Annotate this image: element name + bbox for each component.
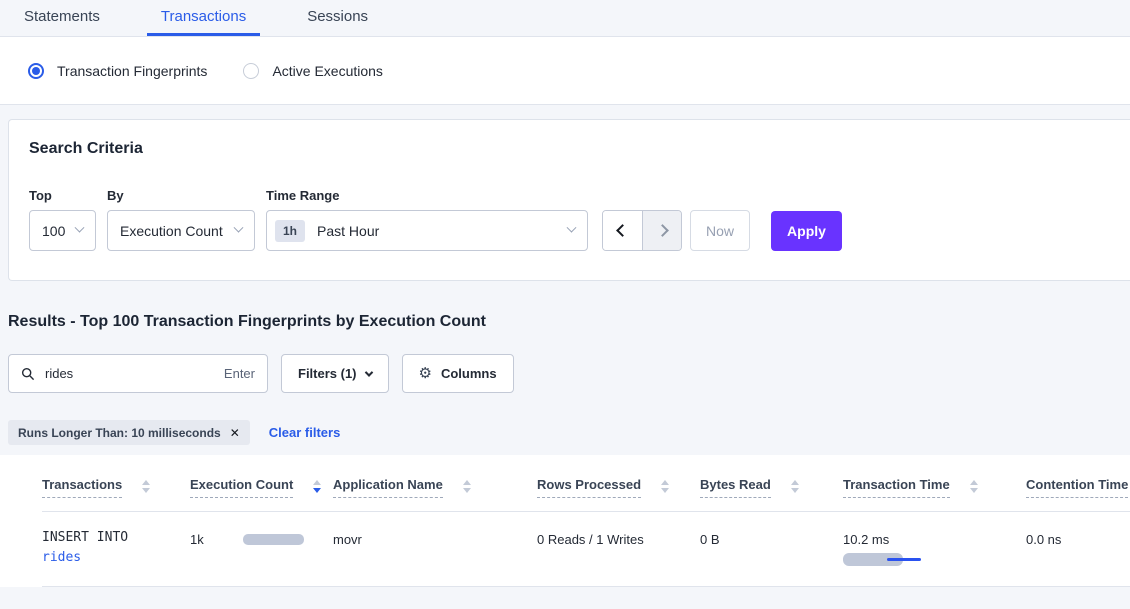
- search-input[interactable]: rides Enter: [8, 354, 268, 393]
- tab-transactions[interactable]: Transactions: [147, 0, 260, 36]
- column-header-label: Transactions: [42, 477, 122, 498]
- search-icon: [21, 367, 35, 381]
- column-header-label: Execution Count: [190, 477, 293, 498]
- chevron-down-icon: [567, 223, 577, 233]
- radio-unselected-icon: [243, 63, 259, 79]
- column-header-label: Rows Processed: [537, 477, 641, 498]
- previous-time-range-button[interactable]: [603, 211, 642, 250]
- by-select-value: Execution Count: [120, 223, 235, 239]
- time-range-select[interactable]: 1h Past Hour: [266, 210, 588, 251]
- top-field: Top 100: [29, 188, 96, 251]
- columns-button-label: Columns: [441, 366, 497, 381]
- search-enter-button[interactable]: Enter: [224, 366, 255, 381]
- column-header-label: Contention Time: [1026, 477, 1128, 498]
- transaction-link[interactable]: rides: [42, 548, 190, 568]
- radio-label: Active Executions: [272, 63, 383, 79]
- page-tab-bar: Statements Transactions Sessions: [0, 0, 1130, 37]
- table-row: INSERT INTO rides 1k movr 0 Reads / 1 Wr…: [42, 512, 1130, 587]
- sort-icon: [791, 480, 799, 493]
- execution-count-value: 1k: [190, 532, 204, 547]
- view-toggle-row: Transaction Fingerprints Active Executio…: [0, 37, 1130, 105]
- chevron-down-icon: [75, 223, 85, 233]
- chevron-down-icon: [364, 368, 372, 376]
- tab-statements[interactable]: Statements: [10, 0, 114, 36]
- chevron-right-icon: [656, 224, 669, 237]
- top-select[interactable]: 100: [29, 210, 96, 251]
- filter-chip-label: Runs Longer Than: 10 milliseconds: [18, 426, 221, 440]
- by-label: By: [107, 188, 255, 203]
- bytes-read-cell: 0 B: [700, 528, 843, 547]
- by-field: By Execution Count: [107, 188, 255, 251]
- column-header-label: Bytes Read: [700, 477, 771, 498]
- time-range-value: Past Hour: [317, 223, 568, 239]
- tab-sessions[interactable]: Sessions: [293, 0, 382, 36]
- column-header-application-name[interactable]: Application Name: [333, 477, 537, 511]
- next-time-range-button[interactable]: [642, 211, 681, 250]
- execution-count-cell: 1k: [190, 528, 333, 547]
- table-header-row: Transactions Execution Count Application…: [42, 455, 1130, 512]
- execution-count-bar: [243, 534, 304, 545]
- chevron-down-icon: [234, 223, 244, 233]
- column-header-label: Transaction Time: [843, 477, 950, 498]
- search-criteria-title: Search Criteria: [29, 140, 1130, 158]
- sort-icon: [142, 480, 150, 493]
- top-select-value: 100: [42, 223, 76, 239]
- sort-descending-icon: [313, 480, 321, 493]
- columns-button[interactable]: ⚙ Columns: [402, 354, 514, 393]
- radio-transaction-fingerprints[interactable]: Transaction Fingerprints: [28, 63, 207, 79]
- column-header-rows-processed[interactable]: Rows Processed: [537, 477, 700, 511]
- top-label: Top: [29, 188, 96, 203]
- column-header-bytes-read[interactable]: Bytes Read: [700, 477, 843, 511]
- transactions-table: Transactions Execution Count Application…: [0, 455, 1130, 587]
- transaction-time-value: 10.2 ms: [843, 532, 1026, 547]
- chevron-left-icon: [616, 224, 629, 237]
- sort-icon: [463, 480, 471, 493]
- results-section: Results - Top 100 Transaction Fingerprin…: [0, 281, 1130, 445]
- application-name-cell: movr: [333, 528, 537, 547]
- column-header-contention-time[interactable]: Contention Time: [1026, 477, 1130, 511]
- sql-statement-text: INSERT INTO: [42, 528, 190, 548]
- contention-time-cell: 0.0 ns: [1026, 528, 1130, 547]
- time-range-badge: 1h: [275, 220, 305, 242]
- time-range-label: Time Range: [266, 188, 588, 203]
- sort-icon: [661, 480, 669, 493]
- transaction-time-bar-stddev: [887, 558, 921, 561]
- radio-selected-icon: [28, 63, 44, 79]
- column-header-transactions[interactable]: Transactions: [42, 477, 190, 511]
- filters-button[interactable]: Filters (1): [281, 354, 389, 393]
- radio-active-executions[interactable]: Active Executions: [243, 63, 383, 79]
- close-icon[interactable]: ✕: [230, 426, 240, 440]
- search-criteria-panel: Search Criteria Top 100 By Execution Cou…: [8, 119, 1130, 281]
- clear-filters-link[interactable]: Clear filters: [269, 425, 341, 440]
- transaction-fingerprint-cell: INSERT INTO rides: [42, 528, 190, 568]
- time-range-pager: [602, 210, 682, 251]
- column-header-execution-count[interactable]: Execution Count: [190, 477, 333, 511]
- by-select[interactable]: Execution Count: [107, 210, 255, 251]
- gear-icon: ⚙: [419, 366, 432, 381]
- radio-label: Transaction Fingerprints: [57, 63, 207, 79]
- results-heading: Results - Top 100 Transaction Fingerprin…: [8, 313, 1130, 331]
- time-range-field: Time Range 1h Past Hour: [266, 188, 588, 251]
- page-background: [0, 587, 1130, 607]
- search-input-value: rides: [45, 366, 214, 381]
- sort-icon: [970, 480, 978, 493]
- transaction-time-cell: 10.2 ms: [843, 528, 1026, 566]
- transaction-time-bar: [843, 553, 923, 566]
- filter-chip: Runs Longer Than: 10 milliseconds ✕: [8, 420, 250, 445]
- apply-button[interactable]: Apply: [771, 211, 842, 251]
- column-header-transaction-time[interactable]: Transaction Time: [843, 477, 1026, 511]
- filters-button-label: Filters (1): [298, 366, 357, 381]
- rows-processed-cell: 0 Reads / 1 Writes: [537, 528, 700, 547]
- now-button[interactable]: Now: [690, 210, 750, 251]
- column-header-label: Application Name: [333, 477, 443, 498]
